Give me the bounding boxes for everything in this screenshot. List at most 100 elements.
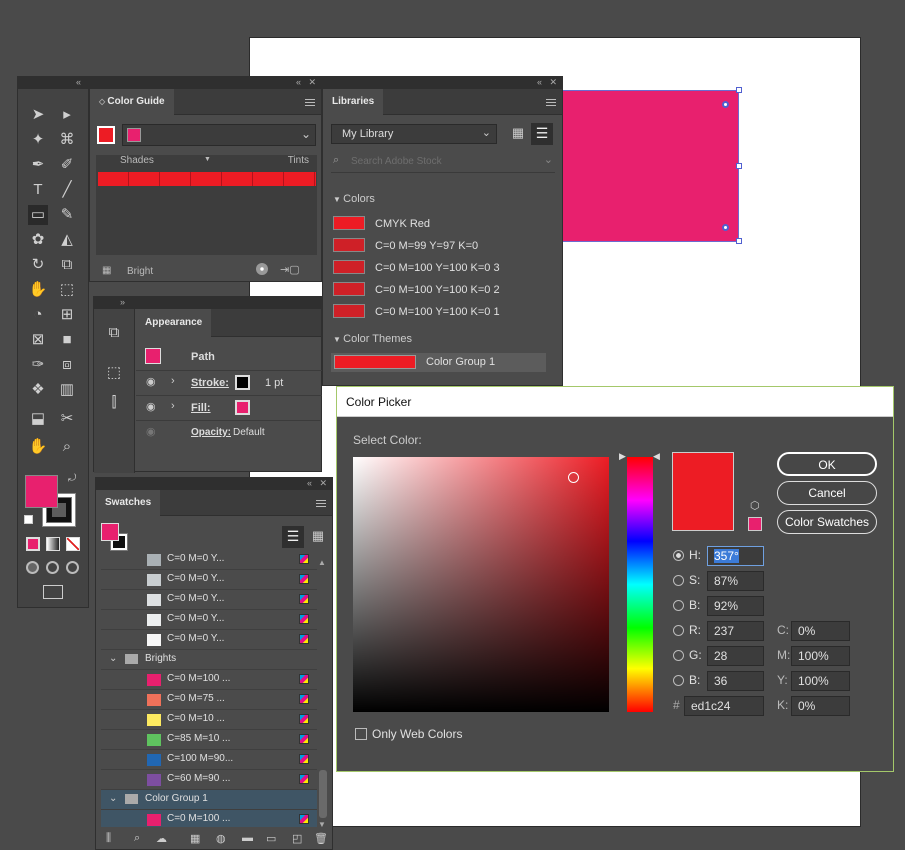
library-color-label[interactable]: C=0 M=100 Y=100 K=0 2 [375, 284, 500, 296]
variation-strip[interactable] [98, 172, 316, 186]
eyedropper-icon[interactable]: ✑ [28, 355, 48, 375]
h-radio[interactable] [673, 550, 684, 561]
swatch-row[interactable]: C=0 M=0 Y... [101, 570, 317, 590]
blue-field[interactable]: 36 [707, 671, 764, 691]
library-color-label[interactable]: C=0 M=100 Y=100 K=0 1 [375, 306, 500, 318]
collapse-icon[interactable]: « [76, 77, 81, 87]
collapse-icon[interactable]: « [307, 478, 312, 488]
opacity-row[interactable]: ◉ Opacity: Default [136, 420, 322, 444]
fill-row[interactable]: ◉ › Fill: [136, 395, 322, 419]
hex-field[interactable]: ed1c24 [684, 696, 764, 716]
edit-colors-icon[interactable] [256, 263, 268, 275]
h-field[interactable]: 357° [707, 546, 764, 566]
eye-icon[interactable]: ◉ [146, 375, 156, 388]
hue-slider[interactable]: ▶ ◀ [619, 451, 660, 712]
s-field[interactable]: 87% [707, 571, 764, 591]
curvature-icon[interactable]: ✐ [57, 155, 77, 175]
folder-icon[interactable]: ▭ [266, 832, 276, 845]
appearance-topstrip[interactable]: » [94, 297, 321, 309]
line-icon[interactable]: ╱ [57, 180, 77, 200]
color-guide-topstrip[interactable]: «✕ [90, 77, 321, 89]
draw-inside-icon[interactable] [66, 561, 79, 574]
stroke-label[interactable]: Stroke: [191, 377, 229, 389]
rectangle-icon[interactable]: ▭ [28, 205, 48, 225]
chevron-down-icon[interactable]: ⌄ [109, 653, 117, 664]
b-radio[interactable] [673, 600, 684, 611]
opacity-label[interactable]: Opacity: [191, 427, 231, 438]
list-view-button[interactable]: ☰ [531, 123, 553, 145]
library-color-label[interactable]: CMYK Red [375, 218, 430, 230]
grid-view-button[interactable]: ▦ [308, 526, 328, 548]
swatch-row[interactable]: C=0 M=0 Y... [101, 610, 317, 630]
save-group-icon[interactable]: ⇥▢ [280, 263, 300, 276]
direct-selection-icon[interactable]: ▸ [57, 105, 77, 125]
tab-libraries[interactable]: Libraries [323, 89, 384, 115]
list-view-button[interactable]: ☰ [282, 526, 304, 548]
close-icon[interactable]: ✕ [308, 77, 316, 88]
screen-mode-icon[interactable] [43, 585, 63, 599]
align-panel-icon[interactable]: ⬚ [104, 363, 124, 383]
panel-menu-icon[interactable] [316, 500, 326, 507]
tab-swatches[interactable]: Swatches [96, 490, 161, 516]
scroll-up-icon[interactable]: ▲ [318, 558, 326, 567]
stroke-weight[interactable]: 1 pt [265, 377, 283, 389]
swatches-topstrip[interactable]: «✕ [96, 478, 332, 490]
collapse-icon[interactable]: « [537, 77, 542, 87]
only-web-colors-label[interactable]: Only Web Colors [372, 727, 462, 741]
swatch-libraries-icon[interactable]: ⫼ [106, 832, 111, 845]
trash-icon[interactable]: 🗑 [314, 832, 328, 845]
cloud-icon[interactable]: ☁ [156, 832, 167, 845]
scale-icon[interactable]: ⧉ [57, 255, 77, 275]
eye-icon[interactable]: ◉ [146, 400, 156, 413]
library-color-label[interactable]: C=0 M=99 Y=97 K=0 [375, 240, 478, 252]
swatch-row[interactable]: C=0 M=0 Y... [101, 554, 317, 570]
pathfinder-panel-icon[interactable]: ⫿ [104, 393, 124, 413]
library-color-swatch[interactable] [333, 304, 365, 318]
stroke-row[interactable]: ◉ › Stroke: 1 pt [136, 370, 322, 394]
tab-appearance[interactable]: Appearance [136, 309, 212, 337]
blend-icon[interactable]: ⧈ [57, 355, 77, 375]
search-stock[interactable]: ⌕ Search Adobe Stock ⌄ [331, 153, 555, 173]
library-color-swatch[interactable] [333, 216, 365, 230]
puppet-warp-icon[interactable]: ✋ [28, 280, 48, 300]
g-field[interactable]: 28 [707, 646, 764, 666]
lasso-icon[interactable]: ⌘ [57, 130, 77, 150]
gradient-icon[interactable]: ■ [57, 330, 77, 350]
corner-widget-top[interactable] [722, 101, 729, 108]
magic-wand-icon[interactable]: ✦ [28, 130, 48, 150]
swap-colors-icon[interactable]: ⤾ [68, 473, 76, 484]
collapse-icon[interactable]: « [296, 77, 301, 87]
color-swatches-button[interactable]: Color Swatches [777, 510, 877, 534]
eye-icon[interactable]: ◉ [146, 425, 156, 438]
library-color-swatch[interactable] [333, 238, 365, 252]
fill-label[interactable]: Fill: [191, 402, 211, 414]
chevron-right-icon[interactable]: › [171, 400, 175, 412]
rotate-icon[interactable]: ↻ [28, 255, 48, 275]
show-kinds-icon[interactable]: ⌕ [134, 832, 140, 845]
swatch-group[interactable]: ⌄ Brights [101, 650, 317, 670]
close-icon[interactable]: ✕ [319, 478, 327, 489]
color-theme-item[interactable]: Color Group 1 [331, 353, 546, 372]
color-field[interactable] [353, 457, 609, 712]
expand-icon[interactable]: » [120, 297, 125, 307]
harmony-dropdown[interactable]: ⌄ [122, 124, 316, 146]
r-field[interactable]: 237 [707, 621, 764, 641]
selection-icon[interactable]: ➤ [28, 105, 48, 125]
close-icon[interactable]: ✕ [549, 77, 557, 88]
gamut-color-swatch[interactable] [748, 517, 762, 531]
blue-radio[interactable] [673, 675, 684, 686]
panel-menu-icon[interactable] [305, 99, 315, 106]
fill-color-box[interactable] [25, 475, 58, 508]
ok-button[interactable]: OK [777, 452, 877, 476]
swatch-row[interactable]: C=0 M=100 ... [101, 670, 317, 690]
mesh-icon[interactable]: ⊠ [28, 330, 48, 350]
scroll-thumb[interactable] [319, 770, 327, 818]
gradient-mode-icon[interactable] [46, 537, 60, 551]
draw-behind-icon[interactable] [46, 561, 59, 574]
none-mode-icon[interactable] [66, 537, 80, 551]
selected-rectangle[interactable] [558, 90, 739, 242]
chevron-down-icon[interactable]: ⌄ [109, 793, 117, 804]
hand-icon[interactable]: ✋ [28, 437, 48, 457]
k-field[interactable]: 0% [791, 696, 850, 716]
default-colors-icon[interactable] [24, 515, 33, 524]
